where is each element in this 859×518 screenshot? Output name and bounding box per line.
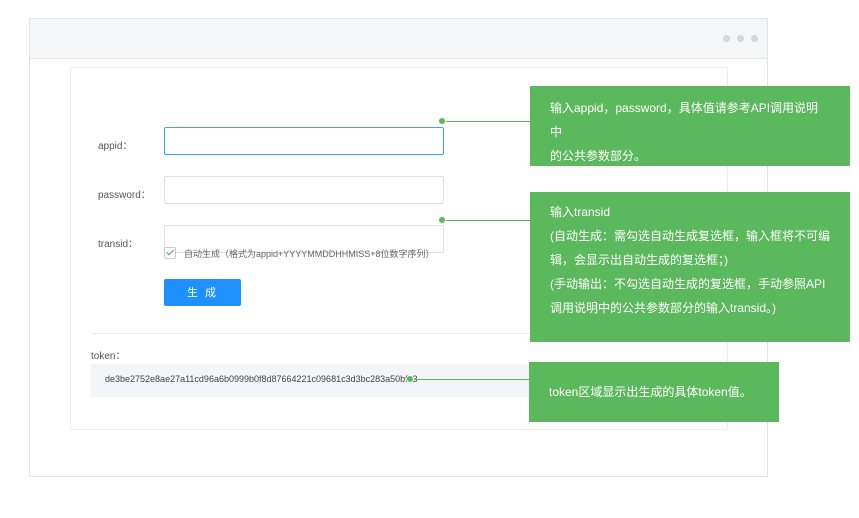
- transid-connector: [442, 220, 530, 221]
- appid-pin-icon: [438, 117, 446, 125]
- callout-line: 输入appid，password，具体值请参考API调用说明中: [550, 101, 819, 139]
- password-input[interactable]: [164, 176, 444, 204]
- window-dot-3[interactable]: [751, 35, 758, 42]
- checkmark-icon: [166, 247, 174, 256]
- token-value: de3be2752e8ae27a11cd96a6b0999b0f8d876642…: [105, 374, 418, 384]
- callout-line: (自动生成：需勾选自动生成复选框，输入框将不可编: [550, 229, 830, 243]
- appid-callout: 输入appid，password，具体值请参考API调用说明中 的公共参数部分。: [530, 86, 850, 166]
- transid-pin-icon: [438, 216, 446, 224]
- transid-label: transid：: [98, 239, 139, 250]
- auto-generate-label: 自动生成（格式为appid+YYYYMMDDHHMISS+8位数字序列）: [184, 249, 435, 259]
- appid-connector: [442, 121, 530, 122]
- callout-line: 辑，会显示出自动生成的复选框；): [550, 253, 728, 267]
- token-callout: token区域显示出生成的具体token值。: [529, 362, 779, 422]
- password-label: password：: [98, 190, 151, 201]
- window-dot-2[interactable]: [737, 35, 744, 42]
- callout-line: 输入transid: [550, 205, 611, 219]
- token-display: de3be2752e8ae27a11cd96a6b0999b0f8d876642…: [91, 364, 551, 397]
- token-pin-icon: [406, 375, 414, 383]
- window-titlebar: [30, 19, 767, 59]
- callout-line: (手动输出：不勾选自动生成的复选框，手动参照API: [550, 277, 826, 291]
- callout-line: 的公共参数部分。: [550, 149, 647, 163]
- callout-line: token区域显示出生成的具体token值。: [549, 385, 752, 399]
- callout-line: 调用说明中的公共参数部分的输入transid。): [550, 301, 777, 315]
- transid-callout: 输入transid (自动生成：需勾选自动生成复选框，输入框将不可编 辑，会显示…: [530, 192, 850, 342]
- token-label: token：: [91, 351, 126, 362]
- window-dot-1[interactable]: [723, 35, 730, 42]
- generate-button[interactable]: 生 成: [164, 279, 241, 306]
- auto-generate-checkbox[interactable]: [164, 247, 176, 259]
- appid-input[interactable]: [164, 127, 444, 155]
- token-connector: [410, 379, 529, 380]
- appid-label: appid：: [98, 141, 133, 152]
